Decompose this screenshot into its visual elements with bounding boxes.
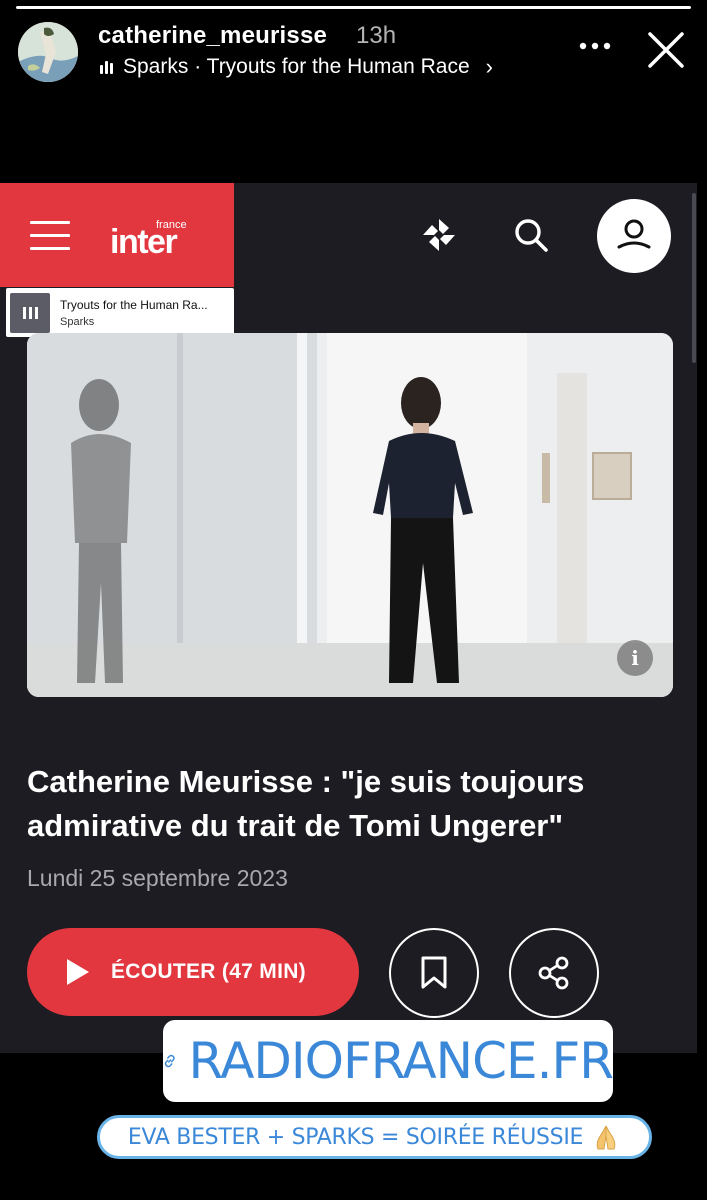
brand-header: france inter <box>0 183 234 287</box>
avatar-image <box>18 22 78 82</box>
mini-player[interactable]: Tryouts for the Human Ra... Sparks <box>6 288 234 337</box>
mini-player-title: Tryouts for the Human Ra... <box>60 297 208 312</box>
music-bars-icon <box>100 60 113 74</box>
profile-button[interactable] <box>597 199 671 273</box>
story-username[interactable]: catherine_meurisse <box>98 22 327 50</box>
link-icon <box>164 1054 175 1068</box>
link-sticker-text: RADIOFRANCE.FR <box>188 1032 614 1090</box>
listen-label: ÉCOUTER (47 MIN) <box>111 960 306 983</box>
gallery-photo-illustration <box>27 333 673 697</box>
text-sticker-label: EVA BESTER + SPARKS = SOIRÉE RÉUSSIE <box>127 1124 584 1150</box>
article-title: Catherine Meurisse : "je suis toujours a… <box>27 764 585 843</box>
close-icon[interactable] <box>646 30 686 70</box>
link-sticker[interactable]: RADIOFRANCE.FR <box>163 1020 614 1102</box>
radiofrance-logo-icon[interactable] <box>420 216 458 254</box>
mini-player-artwork <box>10 292 50 333</box>
avatar[interactable] <box>18 22 78 82</box>
profile-icon <box>617 219 651 249</box>
photo-info-button[interactable]: i <box>617 640 653 676</box>
folded-hands-icon <box>596 1125 616 1150</box>
article-date: Lundi 25 septembre 2023 <box>27 865 288 891</box>
logo-inter-text: inter <box>110 223 178 261</box>
story-header: catherine_meurisse 13h Sparks · Tryouts … <box>0 0 707 100</box>
page-scrollbar[interactable] <box>692 193 696 363</box>
shared-screenshot: france inter Tryouts for the Human Ra...… <box>0 183 697 1053</box>
bookmark-icon <box>421 956 447 989</box>
menu-icon[interactable] <box>30 221 70 251</box>
chevron-right-icon: › <box>485 54 493 79</box>
story-music-label: Sparks · Tryouts for the Human Race <box>123 55 470 78</box>
article-photo <box>27 333 673 697</box>
ellipsis-icon[interactable] <box>578 34 612 58</box>
mini-player-artist: Sparks <box>60 315 95 328</box>
share-icon <box>538 956 569 990</box>
bookmark-button[interactable] <box>389 928 479 1018</box>
play-icon <box>67 959 89 985</box>
listen-button[interactable]: ÉCOUTER (47 MIN) <box>27 928 359 1016</box>
search-icon[interactable] <box>512 216 550 254</box>
story-time: 13h <box>356 22 397 49</box>
story-music-link[interactable]: Sparks · Tryouts for the Human Race › <box>100 54 493 79</box>
text-sticker: EVA BESTER + SPARKS = SOIRÉE RÉUSSIE <box>97 1115 652 1159</box>
share-button[interactable] <box>509 928 599 1018</box>
